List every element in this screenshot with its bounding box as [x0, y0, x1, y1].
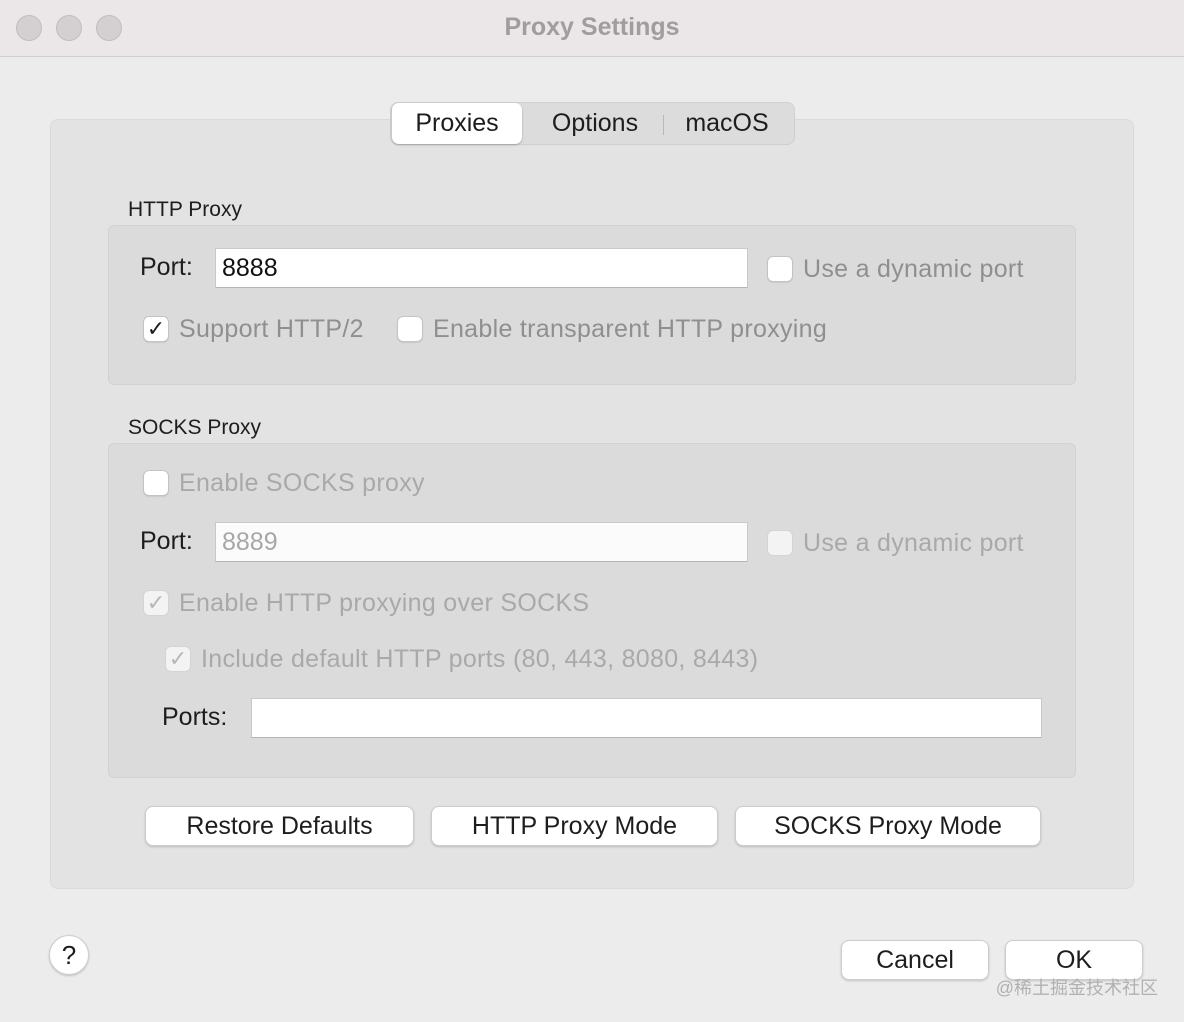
socks-port-input[interactable] [215, 522, 748, 562]
tab-macos[interactable]: macOS [666, 103, 788, 144]
socks-port-label: Port: [140, 527, 193, 555]
help-button[interactable]: ? [49, 935, 89, 975]
tab-bar: Proxies Options macOS [390, 102, 795, 145]
window-title: Proxy Settings [504, 13, 680, 41]
enable-socks-label: Enable SOCKS proxy [179, 469, 425, 497]
ports-input[interactable] [251, 698, 1042, 738]
http-over-socks-checkbox[interactable]: ✓ [143, 590, 169, 616]
http-over-socks-label: Enable HTTP proxying over SOCKS [179, 589, 590, 617]
watermark-text: @稀土掘金技术社区 [995, 978, 1158, 998]
tab-proxies[interactable]: Proxies [392, 103, 522, 144]
include-default-ports-label: Include default HTTP ports (80, 443, 808… [201, 645, 759, 673]
transparent-proxy-label: Enable transparent HTTP proxying [433, 315, 828, 343]
support-http2-checkbox[interactable]: ✓ [143, 316, 169, 342]
socks-proxy-section-label: SOCKS Proxy [128, 416, 262, 439]
socks-proxy-mode-button[interactable]: SOCKS Proxy Mode [735, 806, 1041, 846]
support-http2-label: Support HTTP/2 [179, 315, 364, 343]
http-port-input[interactable] [215, 248, 748, 288]
title-bar: Proxy Settings [0, 0, 1184, 57]
socks-dynamic-port-label: Use a dynamic port [803, 529, 1024, 557]
socks-dynamic-port-checkbox[interactable] [767, 530, 793, 556]
http-proxy-section-label: HTTP Proxy [128, 198, 242, 221]
http-dynamic-port-label: Use a dynamic port [803, 255, 1024, 283]
tab-options[interactable]: Options [525, 103, 665, 144]
ports-label: Ports: [162, 703, 228, 731]
tab-divider [663, 115, 664, 135]
http-port-label: Port: [140, 253, 193, 281]
http-dynamic-port-checkbox[interactable] [767, 256, 793, 282]
include-default-ports-checkbox[interactable]: ✓ [165, 646, 191, 672]
enable-socks-checkbox[interactable] [143, 470, 169, 496]
http-proxy-mode-button[interactable]: HTTP Proxy Mode [431, 806, 718, 846]
restore-defaults-button[interactable]: Restore Defaults [145, 806, 414, 846]
cancel-button[interactable]: Cancel [841, 940, 989, 980]
transparent-proxy-checkbox[interactable] [397, 316, 423, 342]
